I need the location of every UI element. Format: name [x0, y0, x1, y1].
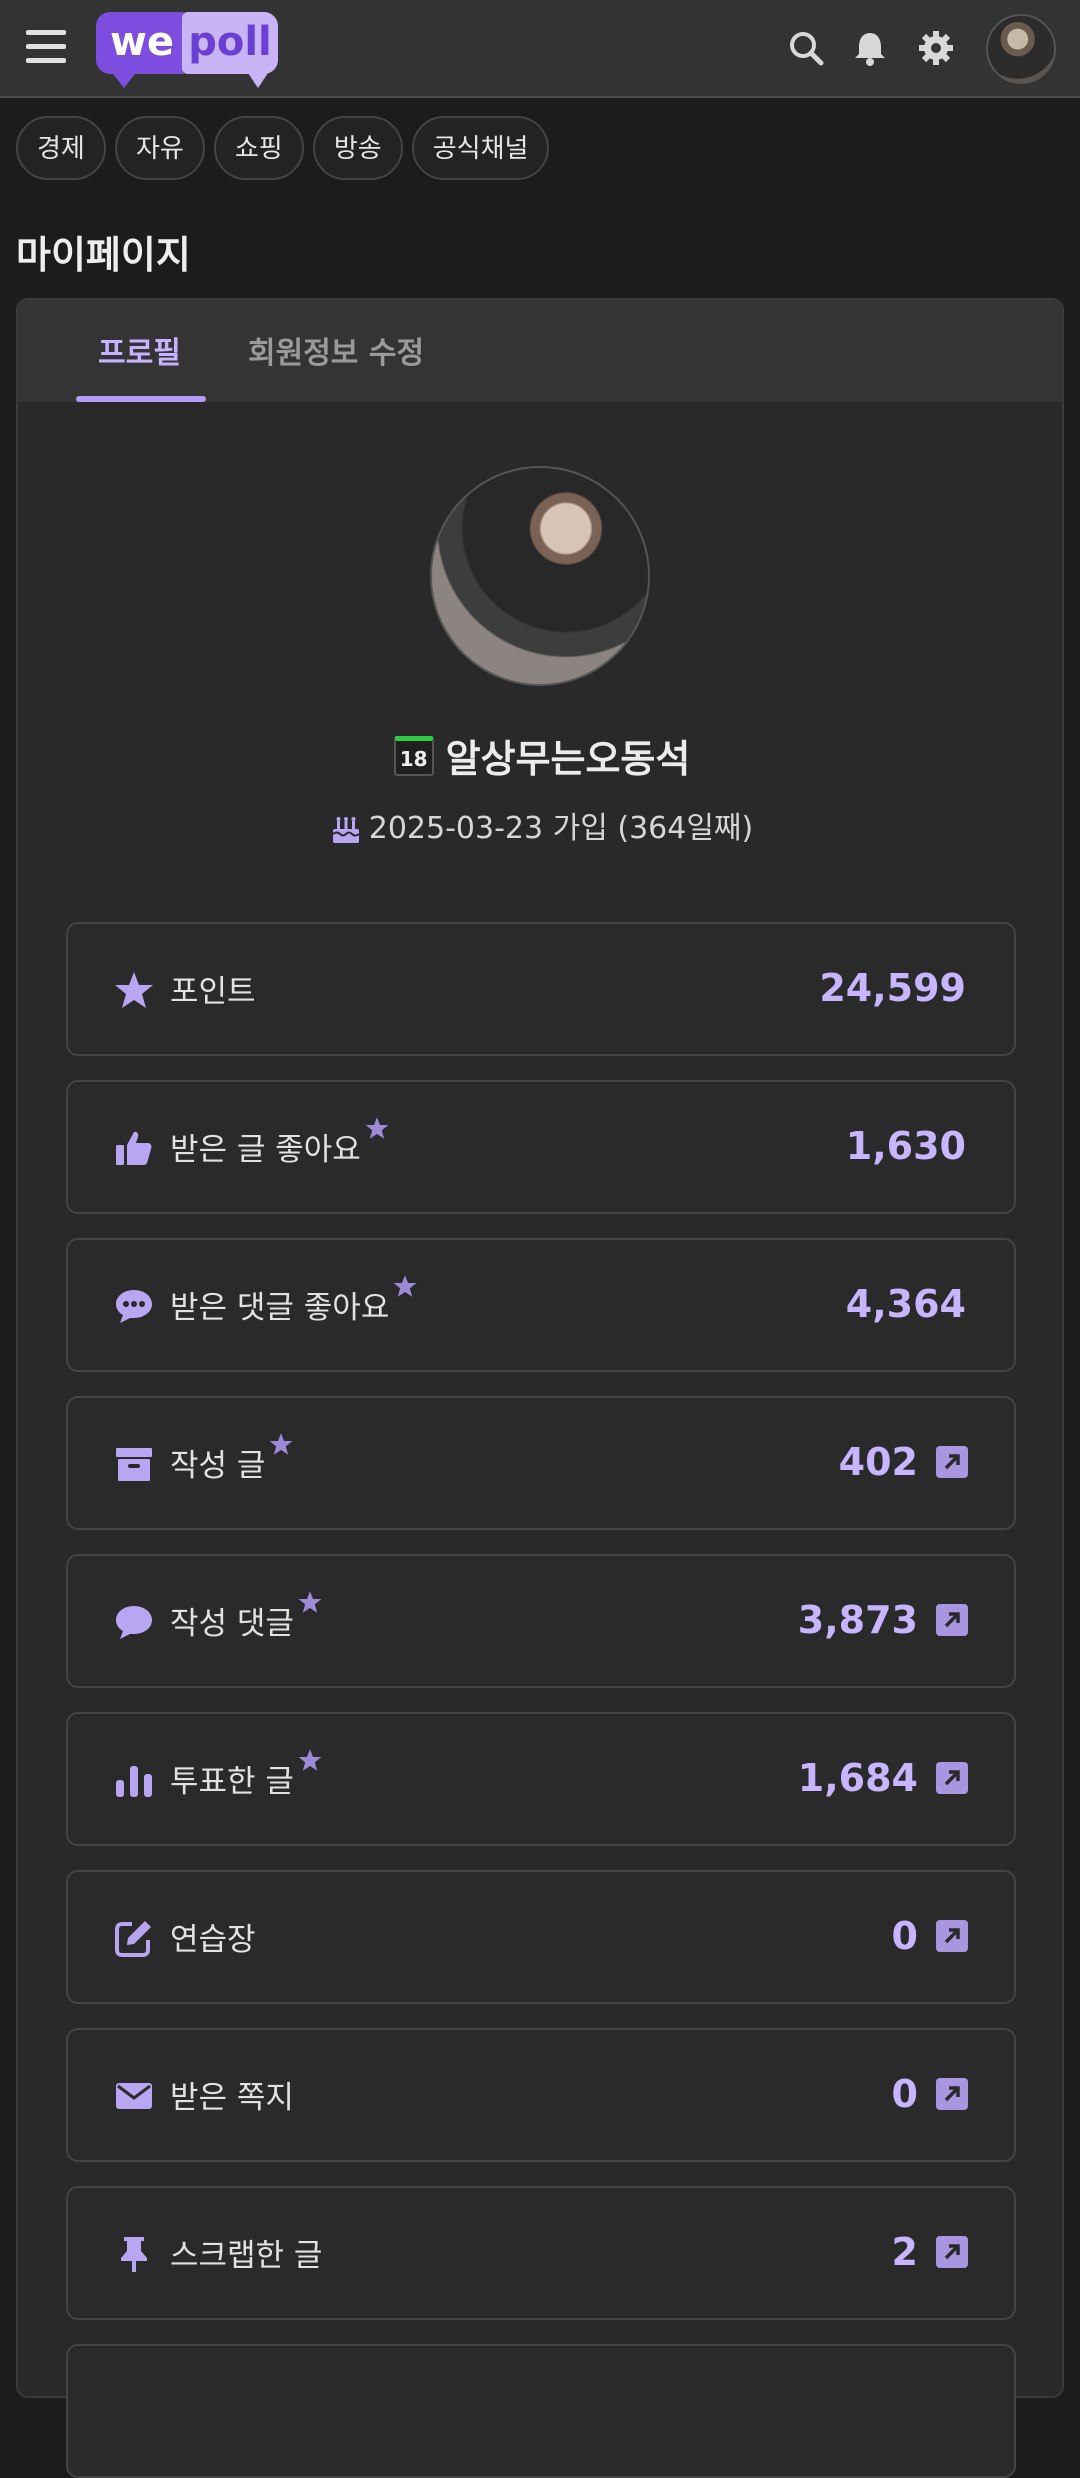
user-avatar[interactable] [986, 14, 1056, 84]
stat-label: 투표한 글 [170, 1749, 322, 1801]
tab-profile[interactable]: 프로필 [98, 328, 181, 372]
stat-value: 3,873 [797, 1598, 918, 1642]
level-badge: 18 [393, 735, 434, 776]
bar-chart-icon [116, 1766, 152, 1797]
name-row: 18 알상무는오동석 [18, 728, 1066, 783]
external-link-icon[interactable] [936, 1604, 968, 1636]
chip-broadcast[interactable]: 방송 [312, 116, 403, 180]
star-icon [115, 972, 153, 1008]
star-icon [393, 1275, 417, 1297]
external-link-icon[interactable] [936, 1920, 968, 1952]
menu-icon[interactable] [26, 30, 66, 64]
stat-posts[interactable]: 작성 글 402 [66, 1396, 1016, 1530]
archive-icon [116, 1448, 152, 1481]
profile-photo [430, 466, 650, 686]
star-icon [270, 1433, 293, 1455]
stat-value: 4,364 [845, 1282, 966, 1326]
gear-icon[interactable] [916, 28, 956, 68]
stat-label: 포인트 [170, 974, 256, 1010]
bell-icon[interactable] [850, 28, 890, 68]
star-icon [298, 1591, 322, 1613]
page-title: 마이페이지 [16, 233, 191, 277]
stat-value: 24,599 [819, 966, 966, 1010]
tab-bar: 프로필 회원정보 수정 [18, 300, 1062, 402]
chip-shopping[interactable]: 쇼핑 [213, 116, 304, 180]
external-link-icon[interactable] [936, 1446, 968, 1478]
top-bar: we poll [0, 0, 1080, 98]
stat-value: 402 [838, 1440, 918, 1484]
stat-comments[interactable]: 작성 댓글 3,873 [66, 1554, 1016, 1688]
join-date-text: 2025-03-23 가입 (364일째) [368, 811, 754, 846]
comment-icon [116, 1606, 152, 1639]
stat-value: 1,630 [845, 1124, 966, 1168]
wepoll-logo[interactable]: we poll [96, 12, 286, 92]
tab-edit-info[interactable]: 회원정보 수정 [248, 328, 424, 372]
stat-label: 받은 글 좋아요 [170, 1117, 389, 1169]
edit-icon [115, 1921, 151, 1957]
stat-label: 연습장 [170, 1922, 256, 1958]
stat-points: 포인트 24,599 [66, 922, 1016, 1056]
nickname: 알상무는오동석 [445, 737, 691, 781]
external-link-icon[interactable] [936, 2236, 968, 2268]
external-link-icon[interactable] [936, 1762, 968, 1794]
category-chips: 경제 자유 쇼핑 방송 공식채널 [0, 98, 1080, 188]
stat-post-likes: 받은 글 좋아요 1,630 [66, 1080, 1016, 1214]
mypage-panel: 프로필 회원정보 수정 18 알상무는오동석 2025-03-23 가입 (364… [16, 298, 1066, 2478]
active-tab-indicator [76, 396, 206, 402]
star-icon [298, 1749, 322, 1771]
star-icon [365, 1117, 389, 1139]
stat-label: 받은 쪽지 [170, 2080, 294, 2116]
chip-official[interactable]: 공식채널 [411, 116, 550, 180]
stat-value: 1,684 [797, 1756, 918, 1800]
stat-label: 스크랩한 글 [170, 2238, 323, 2274]
stat-next-partial [66, 2344, 1016, 2478]
stat-label: 작성 댓글 [170, 1591, 322, 1643]
thumbs-up-icon [116, 1131, 152, 1165]
birthday-cake-icon [332, 816, 360, 843]
stat-scraps[interactable]: 스크랩한 글 2 [66, 2186, 1016, 2320]
join-row: 2025-03-23 가입 (364일째) [18, 803, 1066, 847]
logo-we-text: we [96, 12, 188, 74]
stat-comment-likes: 받은 댓글 좋아요 4,364 [66, 1238, 1016, 1372]
stat-notepad[interactable]: 연습장 0 [66, 1870, 1016, 2004]
envelope-icon [116, 2083, 152, 2109]
search-icon[interactable] [786, 28, 826, 68]
thumbtack-icon [121, 2237, 147, 2272]
stat-value: 2 [891, 2230, 918, 2274]
external-link-icon[interactable] [936, 2078, 968, 2110]
chip-free[interactable]: 자유 [114, 116, 205, 180]
stat-messages[interactable]: 받은 쪽지 0 [66, 2028, 1016, 2162]
logo-poll-text: poll [182, 12, 278, 74]
comment-dots-icon [116, 1290, 152, 1323]
stat-label: 작성 글 [170, 1433, 293, 1485]
stat-value: 0 [891, 2072, 918, 2116]
stat-value: 0 [891, 1914, 918, 1958]
chip-economy[interactable]: 경제 [16, 116, 106, 180]
stat-voted-posts[interactable]: 투표한 글 1,684 [66, 1712, 1016, 1846]
stat-label: 받은 댓글 좋아요 [170, 1275, 417, 1327]
